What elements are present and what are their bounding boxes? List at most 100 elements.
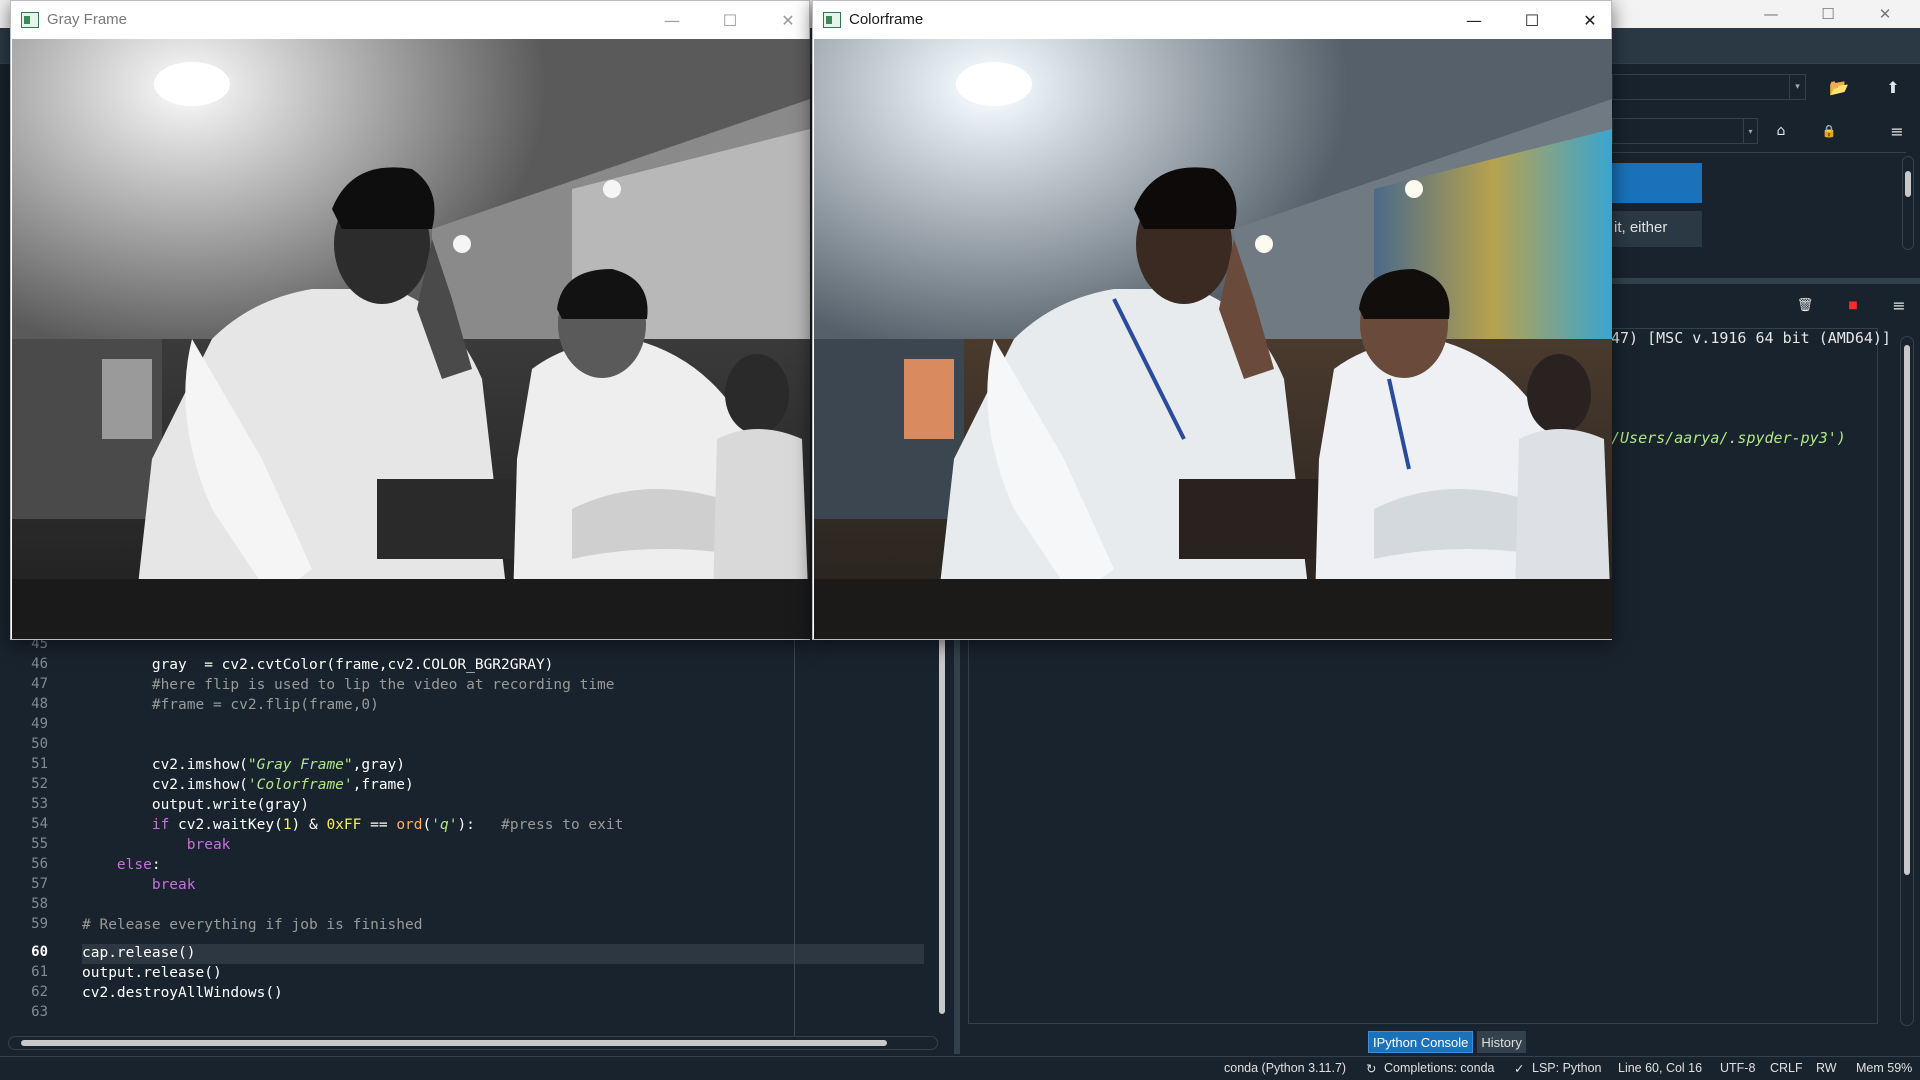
line-number: 49 bbox=[31, 716, 48, 732]
line-number: 46 bbox=[31, 656, 48, 672]
help-home-button[interactable]: ⌂ bbox=[1768, 118, 1794, 144]
browse-folder-button[interactable]: 📂 bbox=[1826, 74, 1852, 100]
editor-vertical-scrollbar[interactable] bbox=[935, 636, 949, 1022]
code-line: gray = cv2.cvtColor(frame,cv2.COLOR_BGR2… bbox=[82, 657, 554, 673]
gray-frame-titlebar[interactable]: Gray Frame — ☐ ✕ bbox=[11, 1, 809, 39]
check-icon: ✓ bbox=[1514, 1062, 1525, 1076]
close-button[interactable]: ✕ bbox=[1561, 1, 1619, 39]
help-highlight-block bbox=[1612, 163, 1702, 203]
minimize-button[interactable]: — bbox=[1445, 1, 1503, 39]
status-memory: Mem 59% bbox=[1856, 1061, 1913, 1075]
status-completions[interactable]: Completions: conda bbox=[1384, 1061, 1494, 1075]
code-line: #here flip is used to lip the video at r… bbox=[82, 677, 615, 693]
status-mode: RW bbox=[1816, 1061, 1837, 1075]
close-icon: ✕ bbox=[781, 10, 795, 30]
console-scrollbar[interactable] bbox=[1900, 336, 1914, 1026]
help-content: it, either bbox=[1612, 152, 1906, 248]
scrollbar-thumb[interactable] bbox=[1905, 171, 1911, 197]
code-line: cv2.imshow("Gray Frame",gray) bbox=[82, 757, 406, 773]
minimize-icon: — bbox=[1466, 10, 1482, 30]
line-number: 53 bbox=[31, 796, 48, 812]
restore-icon: ☐ bbox=[1821, 5, 1835, 23]
line-number: 51 bbox=[31, 756, 48, 772]
interrupt-kernel-button[interactable]: ■ bbox=[1840, 292, 1866, 318]
clear-console-button[interactable]: 🗑 bbox=[1792, 292, 1818, 318]
line-number: 57 bbox=[31, 876, 48, 892]
line-number: 55 bbox=[31, 836, 48, 852]
menu-icon: ≡ bbox=[1890, 121, 1904, 141]
trash-icon: 🗑 bbox=[1796, 297, 1814, 313]
minimize-icon: — bbox=[664, 10, 680, 30]
help-text: it, either bbox=[1612, 211, 1702, 247]
editor-console-splitter[interactable] bbox=[954, 636, 960, 1054]
line-number-gutter: 45 46 47 48 49 50 51 52 53 54 55 56 57 5… bbox=[8, 636, 78, 1036]
opencv-window-icon bbox=[21, 12, 39, 28]
scrollbar-thumb[interactable] bbox=[1904, 345, 1910, 875]
tab-history[interactable]: History bbox=[1477, 1031, 1526, 1053]
working-directory-combo[interactable]: ▾ bbox=[1612, 74, 1806, 100]
status-completions-icon: ↻ bbox=[1366, 1062, 1377, 1076]
menu-icon: ≡ bbox=[1892, 295, 1906, 315]
minimize-button[interactable]: — bbox=[643, 1, 701, 39]
help-lock-button[interactable]: 🔒 bbox=[1816, 118, 1842, 144]
console-options-button[interactable]: ≡ bbox=[1886, 292, 1912, 318]
chevron-down-icon[interactable]: ▾ bbox=[1743, 119, 1757, 143]
close-icon: ✕ bbox=[1878, 5, 1892, 23]
scrollbar-thumb[interactable] bbox=[939, 636, 945, 1014]
code-line: output.write(gray) bbox=[82, 797, 309, 813]
gray-frame-window[interactable]: Gray Frame — ☐ ✕ bbox=[10, 0, 810, 640]
maximize-icon: ☐ bbox=[1524, 10, 1540, 30]
colorframe-window[interactable]: Colorframe — ☐ ✕ bbox=[812, 0, 1612, 640]
console-line: 47) [MSC v.1916 64 bit (AMD64)] bbox=[1611, 329, 1891, 347]
status-cursor-position: Line 60, Col 16 bbox=[1618, 1061, 1703, 1075]
help-scrollbar[interactable] bbox=[1902, 156, 1914, 250]
maximize-icon: ☐ bbox=[722, 10, 738, 30]
spyder-close-button[interactable]: ✕ bbox=[1857, 0, 1913, 28]
scrollbar-thumb[interactable] bbox=[21, 1040, 887, 1046]
colorframe-titlebar[interactable]: Colorframe — ☐ ✕ bbox=[813, 1, 1611, 39]
arrow-up-icon: ⬆ bbox=[1886, 77, 1900, 97]
spyder-minimize-button[interactable]: — bbox=[1743, 0, 1799, 28]
code-editor[interactable]: 45 46 47 48 49 50 51 52 53 54 55 56 57 5… bbox=[0, 636, 954, 1054]
code-line: break bbox=[82, 837, 231, 853]
spyder-restore-button[interactable]: ☐ bbox=[1800, 0, 1856, 28]
help-source-combo[interactable]: ▾ bbox=[1612, 118, 1758, 144]
code-line: cv2.destroyAllWindows() bbox=[82, 985, 283, 1001]
edge-line-marker bbox=[794, 636, 795, 1036]
line-number: 56 bbox=[31, 856, 48, 872]
code-line: else: bbox=[82, 857, 161, 873]
parent-directory-button[interactable]: ⬆ bbox=[1880, 74, 1906, 100]
code-line: break bbox=[82, 877, 196, 893]
status-bar: conda (Python 3.11.7) ↻ Completions: con… bbox=[0, 1056, 1920, 1080]
window-title: Colorframe bbox=[849, 11, 924, 28]
status-env[interactable]: conda (Python 3.11.7) bbox=[1224, 1061, 1346, 1075]
line-number: 48 bbox=[31, 696, 48, 712]
chevron-down-icon[interactable]: ▾ bbox=[1789, 75, 1805, 99]
home-icon: ⌂ bbox=[1776, 123, 1786, 139]
color-camera-image bbox=[814, 39, 1612, 639]
line-number-current: 60 bbox=[31, 944, 48, 960]
folder-icon: 📂 bbox=[1829, 77, 1849, 97]
code-line: # Release everything if job is finished bbox=[82, 917, 423, 933]
close-button[interactable]: ✕ bbox=[759, 1, 817, 39]
current-line-highlight bbox=[82, 944, 924, 964]
maximize-button[interactable]: ☐ bbox=[701, 1, 759, 39]
line-number: 52 bbox=[31, 776, 48, 792]
status-lsp[interactable]: LSP: Python bbox=[1532, 1061, 1602, 1075]
line-number: 62 bbox=[31, 984, 48, 1000]
line-number: 50 bbox=[31, 736, 48, 752]
tab-ipython-console[interactable]: IPython Console bbox=[1368, 1031, 1474, 1053]
status-eol: CRLF bbox=[1770, 1061, 1803, 1075]
editor-horizontal-scrollbar[interactable] bbox=[8, 1036, 938, 1050]
help-options-button[interactable]: ≡ bbox=[1884, 118, 1910, 144]
code-text-area[interactable]: gray = cv2.cvtColor(frame,cv2.COLOR_BGR2… bbox=[82, 636, 924, 1036]
line-number: 63 bbox=[31, 1004, 48, 1020]
gray-camera-image bbox=[12, 39, 810, 639]
close-icon: ✕ bbox=[1583, 10, 1597, 30]
stop-icon: ■ bbox=[1848, 299, 1858, 311]
maximize-button[interactable]: ☐ bbox=[1503, 1, 1561, 39]
lock-icon: 🔒 bbox=[1821, 124, 1837, 138]
window-title: Gray Frame bbox=[47, 11, 128, 28]
code-line: if cv2.waitKey(1) & 0xFF == ord('q'): #p… bbox=[82, 817, 624, 833]
line-number: 61 bbox=[31, 964, 48, 980]
